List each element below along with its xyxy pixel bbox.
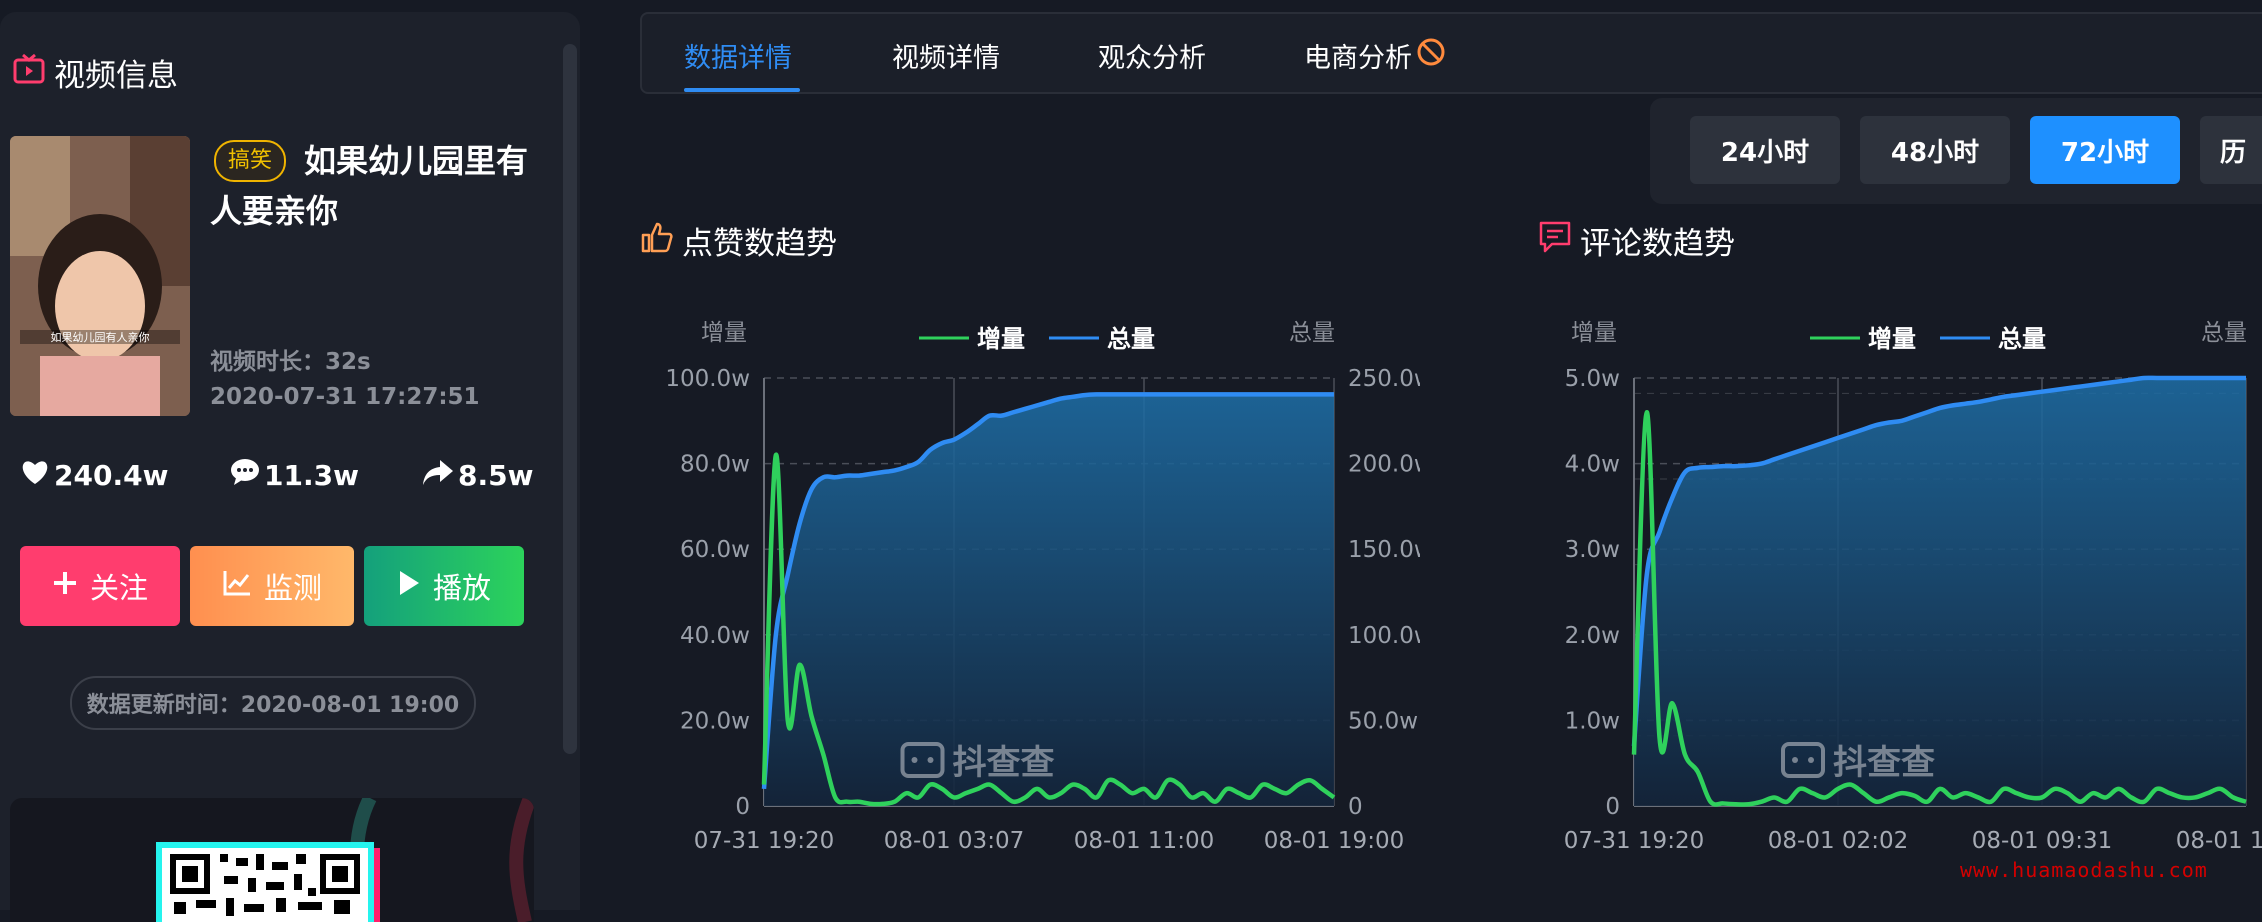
- site-watermark: www.huamaodashu.com: [1960, 858, 2208, 882]
- legend-increment: 增量: [1868, 325, 1916, 353]
- data-update-time: 数据更新时间：2020-08-01 19:00: [70, 676, 476, 730]
- follow-button[interactable]: 关注: [20, 546, 180, 626]
- right-axis-label: 总量: [1289, 320, 1335, 346]
- comment-icon: [1538, 220, 1572, 262]
- total-area: [1634, 377, 2246, 806]
- left-tick-label: 0: [735, 794, 750, 820]
- left-tick-label: 40.0w: [680, 623, 750, 649]
- prohibited-icon: [1416, 37, 1446, 74]
- left-tick-label: 20.0w: [680, 708, 750, 734]
- comment-bubble-icon: [230, 458, 260, 493]
- video-duration: 视频时长：32s: [210, 349, 371, 375]
- range-24h-button[interactable]: 24小时: [1690, 116, 1840, 184]
- tab-ecommerce-analysis[interactable]: 电商分析: [1304, 36, 1446, 75]
- right-tick-label: 100.0w: [1348, 623, 1420, 649]
- left-tick-label: 100.0w: [665, 366, 750, 392]
- trend-chart-icon: [222, 569, 252, 604]
- range-history-button[interactable]: 历: [2200, 116, 2262, 184]
- right-tick-label: 150.0w: [1348, 537, 1420, 563]
- share-arrow-icon: [422, 458, 454, 493]
- legend-total: 总量: [1107, 325, 1155, 353]
- likes-stat: 240.4w: [20, 458, 168, 493]
- monitor-button[interactable]: 监测: [190, 546, 354, 626]
- play-icon: [397, 569, 421, 604]
- thumbs-up-icon: [640, 220, 674, 262]
- section-title: 视频信息: [12, 50, 178, 95]
- x-tick-label: 08-01 16:13: [2176, 828, 2262, 854]
- left-axis-label: 增量: [1571, 320, 1617, 346]
- tab-bar: 数据详情 视频详情 观众分析 电商分析: [640, 12, 2262, 94]
- x-tick-label: 08-01 19:00: [1264, 828, 1404, 854]
- left-tick-label: 5.0w: [1565, 366, 1620, 392]
- qr-code-panel: [10, 798, 534, 922]
- tv-icon: [12, 52, 46, 94]
- video-thumbnail[interactable]: 如果幼儿园有人亲你: [10, 136, 190, 416]
- tab-audience-analysis[interactable]: 观众分析: [1098, 36, 1206, 75]
- publish-time: 2020-07-31 17:27:51: [210, 384, 480, 410]
- tab-video-details[interactable]: 视频详情: [892, 36, 1000, 75]
- sidebar-scrollbar[interactable]: [563, 44, 577, 754]
- video-info-panel: 视频信息 如果幼儿园有人亲你 如果幼儿园里有人要亲你 搞笑 视频时长：32s 2…: [0, 12, 580, 922]
- x-tick-label: 08-01 09:31: [1972, 828, 2112, 854]
- svg-text:抖查查: 抖查查: [1833, 743, 1935, 783]
- comments-chart-title: 评论数趋势: [1538, 218, 1735, 263]
- tab-data-details[interactable]: 数据详情: [684, 36, 792, 75]
- shares-stat: 8.5w: [422, 458, 533, 493]
- active-tab-indicator: [684, 88, 800, 92]
- thumb-caption: 如果幼儿园有人亲你: [51, 330, 150, 344]
- x-tick-label: 08-01 11:00: [1074, 828, 1214, 854]
- x-tick-label: 08-01 02:02: [1768, 828, 1908, 854]
- range-48h-button[interactable]: 48小时: [1860, 116, 2010, 184]
- likes-trend-chart: 0 0 20.0w 50.0w 40.0w 100.0w 60.0w 150.0w 80.0w 2…: [665, 320, 1420, 854]
- right-tick-label: 200.0w: [1348, 452, 1420, 478]
- svg-text:抖查查: 抖查查: [953, 743, 1055, 783]
- left-tick-label: 1.0w: [1565, 708, 1620, 734]
- left-tick-label: 2.0w: [1565, 623, 1620, 649]
- left-tick-label: 0: [1605, 794, 1620, 820]
- heart-icon: [20, 458, 50, 493]
- left-tick-label: 4.0w: [1565, 452, 1620, 478]
- range-72h-button[interactable]: 72小时: [2030, 116, 2180, 184]
- play-button[interactable]: 播放: [364, 546, 524, 626]
- left-tick-label: 60.0w: [680, 537, 750, 563]
- x-tick-label: 08-01 03:07: [884, 828, 1024, 854]
- right-tick-label: 250.0w: [1348, 366, 1420, 392]
- likes-chart-title: 点赞数趋势: [640, 218, 837, 263]
- comments-trend-chart: 0 1.0w 2.0w 3.0w 4.0w 5.0w 07-31 19:20 08-01 02…: [1564, 320, 2262, 854]
- category-tag: 搞笑: [214, 140, 287, 182]
- plus-icon: [52, 569, 78, 603]
- x-tick-label: 07-31 19:20: [1564, 828, 1704, 854]
- right-tick-label: 50.0w: [1348, 708, 1418, 734]
- legend-total: 总量: [1998, 325, 2046, 353]
- time-range-selector: 24小时 48小时 72小时 历: [1650, 98, 2262, 204]
- comments-stat: 11.3w: [230, 458, 359, 493]
- right-axis-label: 总量: [2201, 320, 2247, 346]
- x-tick-label: 07-31 19:20: [694, 828, 834, 854]
- legend-increment: 增量: [977, 325, 1025, 353]
- left-axis-label: 增量: [701, 320, 747, 346]
- left-tick-label: 80.0w: [680, 452, 750, 478]
- right-tick-label: 0: [1348, 794, 1363, 820]
- left-tick-label: 3.0w: [1565, 537, 1620, 563]
